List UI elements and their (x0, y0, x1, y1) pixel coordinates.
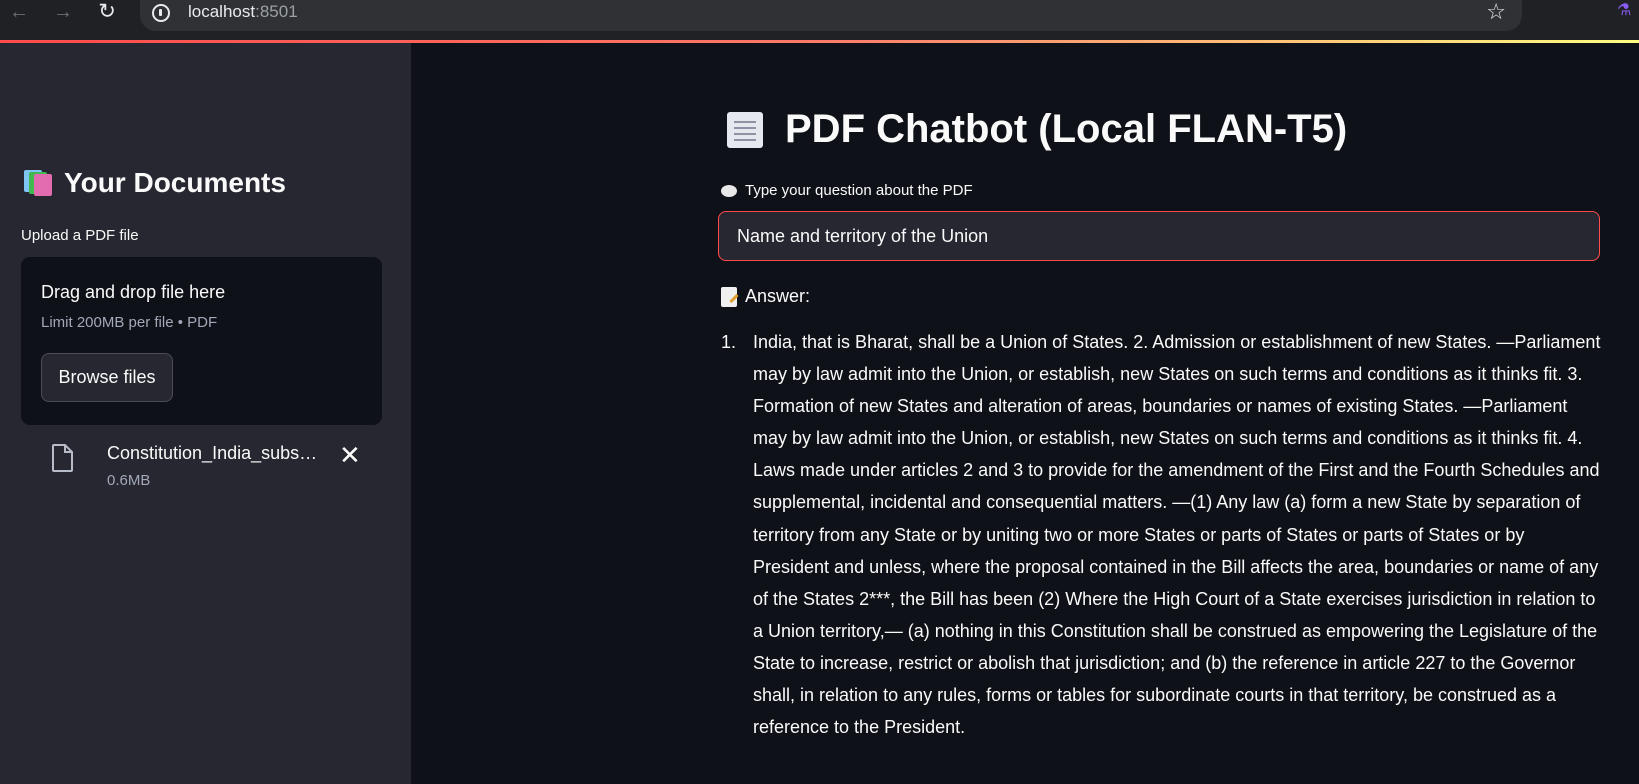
dropzone-subtitle: Limit 200MB per file • PDF (41, 314, 218, 331)
answer-label-text: Answer: (745, 286, 811, 306)
answer-list: 1. India, that is Bharat, shall be a Uni… (721, 326, 1601, 743)
file-dropzone[interactable]: Drag and drop file here Limit 200MB per … (21, 257, 382, 425)
sidebar: Your Documents Upload a PDF file Drag an… (0, 43, 411, 784)
browser-toolbar: ← → ↻ localhost:8501 ☆ ⚗ (0, 0, 1639, 41)
forward-arrow-icon[interactable]: → (48, 0, 78, 30)
uploaded-file-item: Constitution_India_subs… 0.6MB ✕ (21, 440, 382, 501)
reload-icon[interactable]: ↻ (92, 0, 122, 30)
url-text[interactable]: localhost:8501 (188, 2, 298, 22)
question-label: Type your question about the PDF (721, 182, 973, 199)
dropzone-title: Drag and drop file here (41, 282, 226, 302)
memo-icon (721, 286, 737, 307)
page-title: PDF Chatbot (Local FLAN-T5) (727, 107, 1347, 152)
answer-label: Answer: (721, 286, 810, 307)
file-name: Constitution_India_subs… (107, 443, 318, 463)
upload-label: Upload a PDF file (21, 227, 139, 244)
books-icon (24, 170, 54, 196)
list-item: 1. India, that is Bharat, shall be a Uni… (721, 326, 1601, 743)
question-input[interactable] (718, 211, 1600, 261)
main-content: PDF Chatbot (Local FLAN-T5) Type your qu… (411, 43, 1639, 784)
sidebar-title: Your Documents (24, 167, 286, 199)
site-info-icon[interactable] (152, 4, 170, 22)
file-icon (52, 444, 73, 472)
list-item-text: India, that is Bharat, shall be a Union … (753, 332, 1601, 738)
bookmark-star-icon[interactable]: ☆ (1486, 0, 1506, 25)
question-label-text: Type your question about the PDF (745, 182, 973, 199)
page-title-text: PDF Chatbot (Local FLAN-T5) (785, 107, 1348, 151)
file-size: 0.6MB (107, 472, 151, 489)
page-icon (727, 111, 763, 148)
address-bar[interactable]: localhost:8501 ☆ (140, 0, 1522, 31)
extension-icon[interactable]: ⚗ (1617, 0, 1639, 24)
list-item-number: 1. (721, 332, 737, 352)
speech-balloon-icon (721, 184, 737, 197)
browse-files-button[interactable]: Browse files (41, 353, 173, 402)
close-icon[interactable]: ✕ (339, 440, 361, 471)
sidebar-title-text: Your Documents (64, 167, 286, 198)
back-arrow-icon[interactable]: ← (4, 0, 34, 30)
